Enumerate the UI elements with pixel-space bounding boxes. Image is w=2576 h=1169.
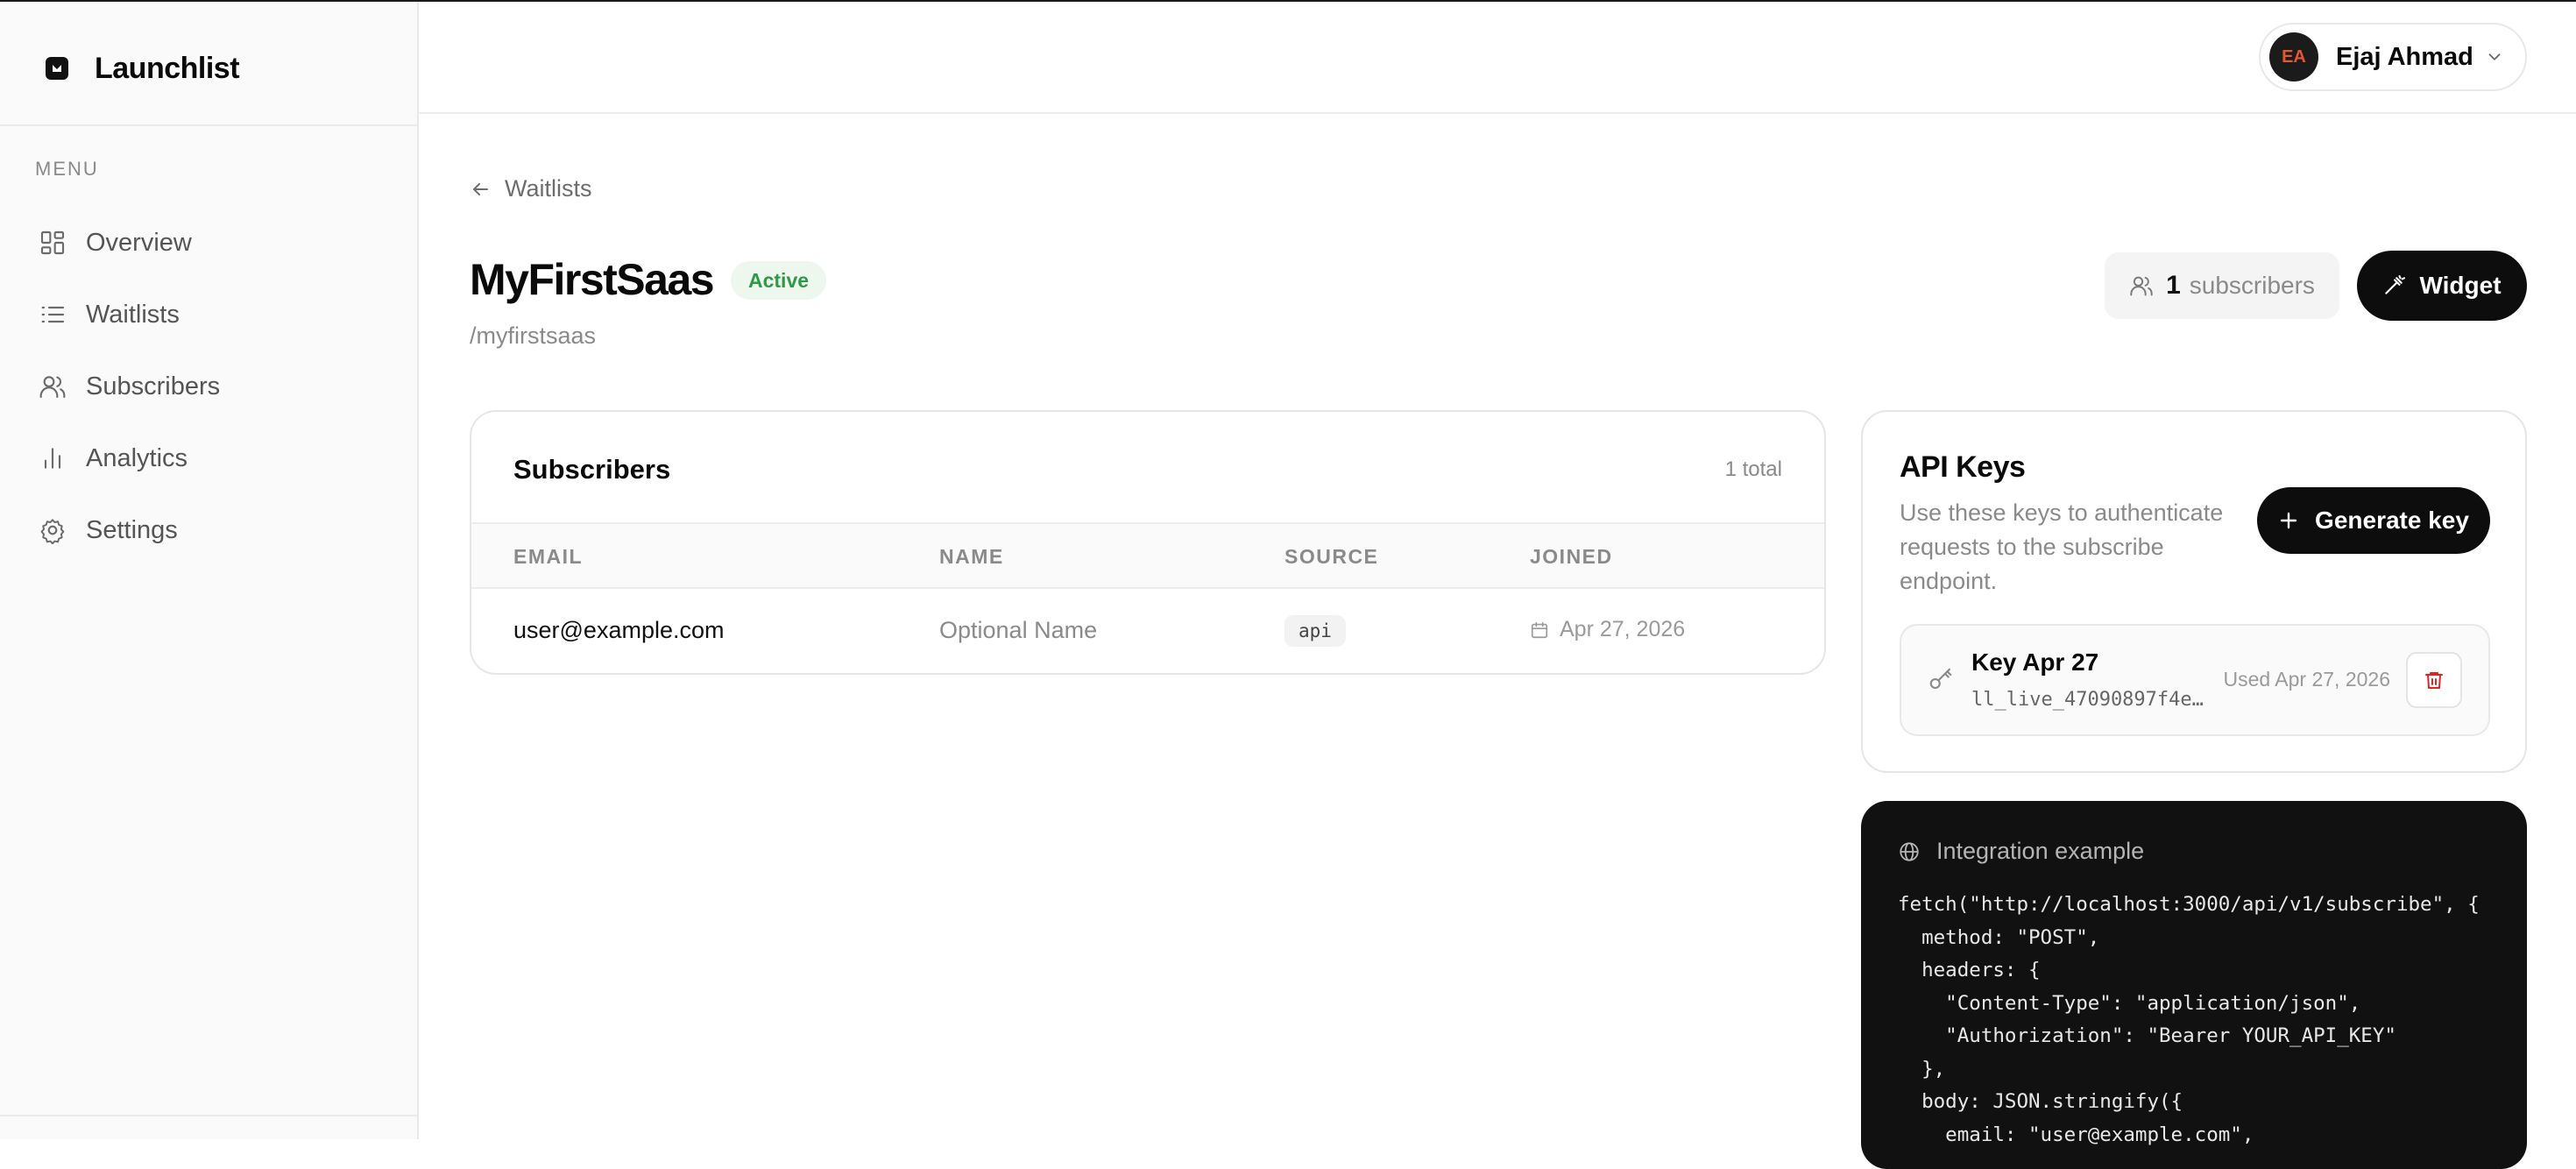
arrow-left-icon bbox=[473, 182, 488, 195]
delete-key-button[interactable] bbox=[2406, 652, 2462, 708]
user-name: Ejaj Ahmad bbox=[2336, 42, 2473, 71]
api-key-name: Key Apr 27 bbox=[1971, 648, 2099, 676]
joined-date: Apr 27, 2026 bbox=[1530, 617, 1685, 642]
waitlist-slug: /myfirstsaas bbox=[470, 322, 597, 349]
subscriber-count-suffix: subscribers bbox=[2189, 272, 2315, 299]
api-keys-description: Use these keys to authenticate requests … bbox=[1900, 499, 2224, 594]
column-header-joined[interactable]: JOINED bbox=[1530, 545, 1613, 569]
sidebar-item-settings[interactable]: Settings bbox=[21, 494, 398, 566]
page-title: MyFirstSaas bbox=[470, 255, 715, 304]
subscriber-email: user@example.com bbox=[513, 617, 725, 643]
subscriber-name: Optional Name bbox=[939, 617, 1098, 643]
sidebar-item-label: Waitlists bbox=[86, 300, 180, 329]
column-header-source[interactable]: SOURCE bbox=[1284, 545, 1378, 569]
list-icon bbox=[41, 306, 65, 323]
column-header-name[interactable]: NAME bbox=[939, 545, 1004, 569]
trash-icon bbox=[2425, 672, 2443, 689]
integration-example-card: Integration example fetch("http://localh… bbox=[1861, 801, 2527, 1169]
subscribers-card-title: Subscribers bbox=[513, 454, 671, 485]
sidebar-divider bbox=[0, 124, 417, 126]
table-row[interactable]: user@example.com Optional Name api Apr 2… bbox=[471, 589, 1824, 673]
back-link-label: Waitlists bbox=[505, 175, 592, 202]
avatar: EA bbox=[2269, 32, 2318, 81]
subscribers-card: Subscribers 1 total EMAIL NAME SOURCE JO… bbox=[470, 410, 1826, 675]
sidebar-item-subscribers[interactable]: Subscribers bbox=[21, 351, 398, 422]
integration-code-block[interactable]: fetch("http://localhost:3000/api/v1/subs… bbox=[1898, 889, 2480, 1151]
wand-icon bbox=[2385, 275, 2406, 294]
top-bar: EA Ejaj Ahmad bbox=[419, 2, 2576, 114]
api-key-last-used: Used Apr 27, 2026 bbox=[2223, 668, 2390, 691]
subscriber-count: 1 bbox=[2166, 271, 2181, 300]
generate-key-label: Generate key bbox=[2315, 507, 2469, 534]
widget-button[interactable]: Widget bbox=[2357, 251, 2527, 321]
dashboard-icon bbox=[40, 230, 65, 255]
sidebar-item-label: Analytics bbox=[86, 443, 188, 472]
table-header: EMAIL NAME SOURCE JOINED bbox=[471, 522, 1824, 589]
integration-header: Integration example bbox=[1898, 838, 2144, 865]
api-key-row: Key Apr 27 ll_live_47090897f4e… Used Apr… bbox=[1900, 624, 2490, 736]
brand-name: Launchlist bbox=[95, 51, 240, 85]
bar-chart-icon bbox=[44, 448, 61, 469]
api-keys-card: API Keys Use these keys to authenticate … bbox=[1861, 410, 2527, 773]
sidebar-item-label: Overview bbox=[86, 228, 192, 257]
globe-icon bbox=[1900, 841, 1919, 861]
sidebar-item-label: Settings bbox=[86, 515, 178, 544]
sidebar-item-analytics[interactable]: Analytics bbox=[21, 422, 398, 494]
key-icon bbox=[1929, 668, 1952, 690]
plus-icon bbox=[2280, 512, 2297, 529]
sidebar-footer-divider bbox=[0, 1115, 417, 1116]
back-link[interactable]: Waitlists bbox=[470, 175, 592, 202]
sidebar-item-overview[interactable]: Overview bbox=[21, 207, 398, 279]
subscribers-total: 1 total bbox=[1724, 457, 1782, 481]
user-menu-button[interactable]: EA Ejaj Ahmad bbox=[2259, 23, 2527, 91]
integration-title: Integration example bbox=[1936, 838, 2145, 864]
sidebar-item-label: Subscribers bbox=[86, 372, 221, 400]
column-header-email[interactable]: EMAIL bbox=[513, 545, 583, 569]
generate-key-button[interactable]: Generate key bbox=[2257, 487, 2490, 554]
joined-date-text: Apr 27, 2026 bbox=[1560, 617, 1686, 641]
users-icon bbox=[39, 376, 66, 399]
menu-label: MENU bbox=[35, 158, 99, 180]
brand[interactable]: Launchlist bbox=[46, 51, 240, 85]
subscriber-count-pill: 1 subscribers bbox=[2105, 252, 2339, 319]
sidebar: Launchlist MENU Overview Waitlists Subsc… bbox=[0, 2, 419, 1139]
chevron-down-icon bbox=[2488, 53, 2501, 60]
launchlist-logo-icon bbox=[46, 57, 68, 80]
sidebar-item-waitlists[interactable]: Waitlists bbox=[21, 279, 398, 351]
users-icon bbox=[2130, 276, 2153, 296]
sidebar-nav: Overview Waitlists Subscribers Analytics bbox=[21, 207, 398, 566]
gear-icon bbox=[40, 519, 65, 544]
api-key-token: ll_live_47090897f4e… bbox=[1971, 689, 2204, 711]
status-badge: Active bbox=[731, 261, 827, 300]
calendar-icon bbox=[1531, 621, 1548, 638]
widget-button-label: Widget bbox=[2419, 272, 2502, 299]
api-keys-title: API Keys bbox=[1900, 450, 2026, 484]
source-chip: api bbox=[1284, 615, 1346, 647]
